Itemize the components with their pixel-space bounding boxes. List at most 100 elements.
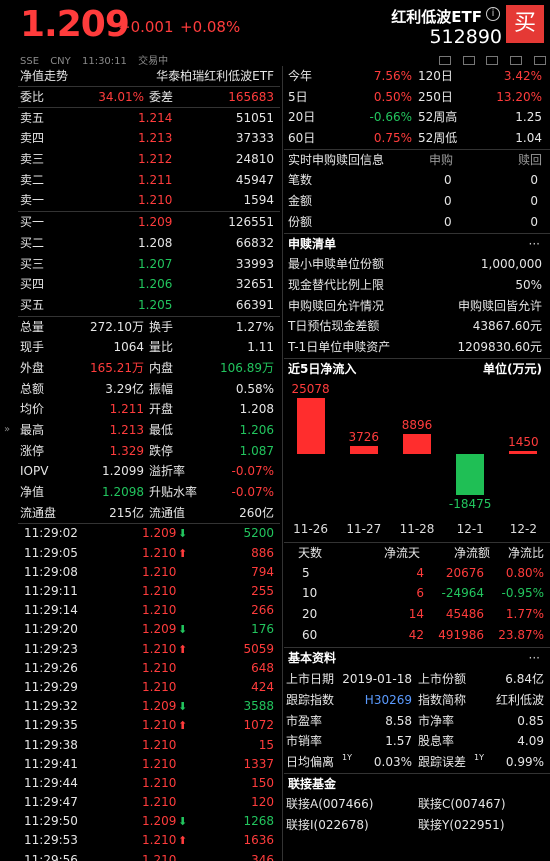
stat-value: 1.27% [235, 319, 274, 334]
collapse-handle-icon[interactable]: » [4, 424, 10, 435]
buy-button[interactable]: 买 [506, 5, 544, 43]
stat-label: 最高 [20, 423, 45, 437]
basic-value: 6.84亿 [505, 672, 544, 687]
creation-list-row: 申购赎回允许情况 申购赎回皆允许 [284, 296, 550, 317]
panel-icon[interactable] [510, 56, 523, 65]
stat-row: 流通盘 215亿 流通值 260亿 [18, 503, 280, 524]
basic-value: 8.58 [385, 713, 412, 728]
tick-time: 11:29:08 [24, 564, 78, 579]
perf-value: 1.04 [515, 131, 542, 146]
tick-price: 1.209 [142, 526, 177, 541]
level-price: 1.211 [138, 172, 173, 187]
tick-volume: 794 [251, 564, 274, 579]
stat-value: 106.89万 [220, 360, 274, 375]
linked-fund-row: 联接A(007466) 联接C(007467) [284, 794, 550, 815]
linked-fund-link[interactable]: 联接Y(022951) [418, 815, 505, 836]
tick-row: 11:29:47 1.210 120 [18, 793, 280, 812]
flow-day-label: 11-27 [346, 522, 382, 536]
flow-day-label: 11-28 [399, 522, 435, 536]
tick-time: 11:29:44 [24, 775, 78, 790]
perf-label: 52周高 [418, 110, 458, 125]
basic-value: 0.03% [373, 754, 412, 769]
flow-days: 10 [302, 586, 318, 601]
stat-value: 3.29亿 [105, 381, 144, 396]
arrow-down-icon: ⬇ [178, 700, 188, 714]
basic-more-icon[interactable]: ··· [529, 648, 540, 669]
basic-label: 日均偏离 [286, 754, 335, 769]
flow-bar [509, 450, 538, 454]
tick-row: 11:29:23 1.210 ⬆ 5059 [18, 640, 280, 659]
panel-divider [282, 66, 283, 861]
linked-fund-link[interactable]: 联接I(022678) [286, 815, 369, 836]
subscription-buy-value: 0 [444, 214, 452, 229]
creation-list-value: 1209830.60元 [457, 339, 542, 354]
creation-list-row: 现金替代比例上限 50% [284, 275, 550, 296]
level-price: 1.214 [138, 110, 173, 125]
basic-label: 市盈率 [286, 713, 323, 728]
flow-net-amount: 45486 [445, 607, 484, 622]
tick-volume: 5200 [243, 526, 274, 541]
stat-label: 内盘 [149, 360, 174, 375]
tick-price: 1.210 [142, 603, 177, 618]
tick-row: 11:29:44 1.210 150 [18, 774, 280, 793]
flow-bar [403, 434, 431, 454]
window-icon[interactable] [534, 56, 546, 65]
tick-volume: 1636 [243, 833, 274, 848]
tick-price: 1.210 [142, 641, 177, 656]
perf-value: -0.66% [369, 110, 412, 125]
subscription-label: 金额 [288, 194, 313, 209]
nav-trend-tab[interactable]: 净值走势 [20, 66, 68, 86]
grid-icon[interactable] [462, 56, 475, 65]
quote-header: 1.209 +0.001 +0.08% 红利低波ETF i 512890 买 S… [0, 0, 550, 67]
linked-fund-link[interactable]: 联接A(007466) [286, 794, 373, 815]
creation-list-value: 申购赎回皆允许 [457, 298, 542, 313]
subscription-label: 笔数 [288, 173, 313, 188]
stat-row: 均价 1.211 开盘 1.208 [18, 399, 280, 420]
tick-volume: 266 [251, 603, 274, 618]
tick-price: 1.209 [142, 699, 177, 714]
flow-day-label: 12-2 [509, 522, 537, 536]
stat-value: 215亿 [109, 505, 144, 520]
tick-time: 11:29:14 [24, 603, 78, 618]
basic-value: 2019-01-18 [342, 672, 412, 687]
flow-net-ratio: -0.95% [501, 586, 544, 601]
arrow-up-icon: ⬆ [178, 642, 188, 656]
basic-label: 市销率 [286, 734, 323, 749]
perf-row: 60日 0.75% 52周低 1.04 [284, 128, 550, 149]
tick-volume: 648 [251, 660, 274, 675]
level-price: 1.210 [138, 193, 173, 208]
more-icon[interactable]: ··· [529, 234, 540, 255]
tick-price: 1.210 [142, 584, 177, 598]
subscription-label: 份额 [288, 214, 313, 229]
stat-label: IOPV [20, 464, 49, 479]
fund-info-panel: 今年 7.56% 120日 3.42% 5日 0.50% 250日 13.20% 20日 -0.6… [284, 66, 550, 379]
stat-label: 流通值 [149, 505, 186, 520]
tick-time: 11:29:41 [24, 756, 78, 771]
creation-list-title: 申赎清单 [288, 236, 337, 251]
flow-bar-label: 3726 [348, 429, 380, 444]
basic-label: 市净率 [418, 713, 455, 728]
stat-value: 1.213 [109, 423, 144, 437]
subscription-redeem-value: 0 [530, 173, 538, 188]
linked-fund-link[interactable]: 联接C(007467) [418, 794, 506, 815]
tick-time: 11:29:02 [24, 526, 78, 541]
layout-icon[interactable] [438, 56, 451, 65]
flow-net-amount: 491986 [438, 627, 484, 642]
perf-row: 20日 -0.66% 52周高 1.25 [284, 107, 550, 128]
stat-row: 涨停 1.329 跌停 1.087 [18, 441, 280, 462]
flow-days: 60 [302, 627, 318, 642]
level-price: 1.206 [138, 277, 173, 292]
basic-label: 指数简称 [418, 692, 467, 707]
info-icon[interactable]: i [486, 7, 500, 21]
flow-net-days: 6 [416, 586, 424, 601]
stat-row: 总量 272.10万 换手 1.27% [18, 317, 280, 338]
flow-bar [296, 398, 325, 454]
tick-volume: 150 [251, 775, 274, 790]
perf-label: 52周低 [418, 131, 458, 146]
level-price: 1.213 [138, 131, 173, 146]
tick-list[interactable]: 11:29:02 1.209 ⬇ 5200 11:29:05 1.210 ⬆ 886 11:29… [18, 523, 280, 861]
table-icon[interactable] [486, 56, 499, 65]
security-code: 512890 [429, 26, 502, 48]
basic-value: 红利低波 [495, 692, 544, 707]
tick-time: 11:29:20 [24, 622, 78, 637]
